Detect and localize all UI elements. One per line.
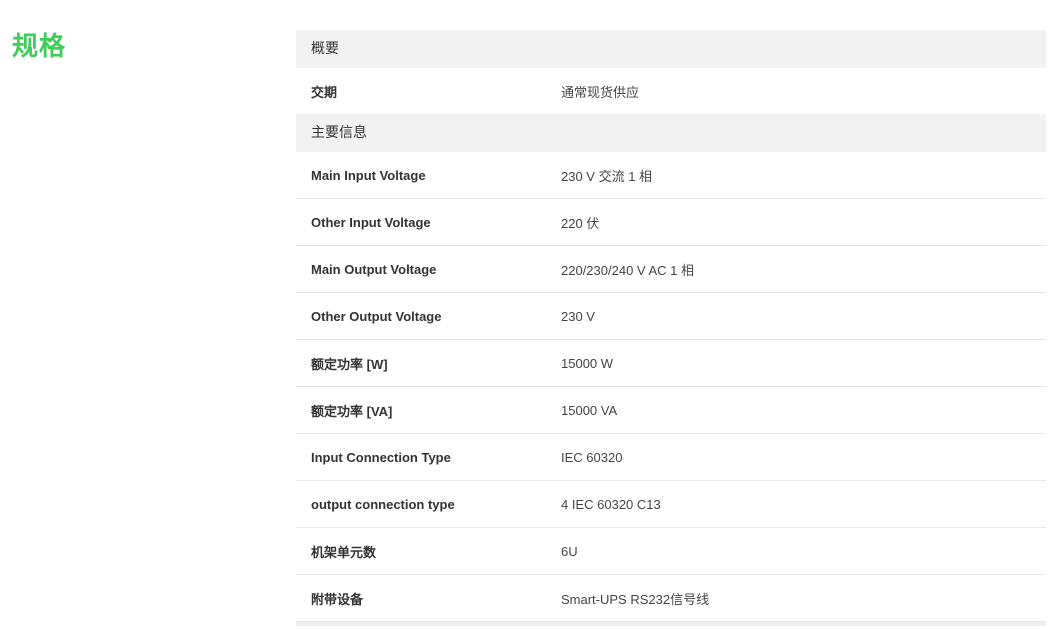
spec-row: Other Output Voltage 230 V: [296, 293, 1046, 340]
spec-value: 通常现货供应: [561, 84, 640, 100]
spec-value: 4 IEC 60320 C13: [561, 496, 661, 512]
spec-value: 6U: [561, 543, 578, 559]
spec-label: Main Input Voltage: [311, 167, 426, 183]
spec-row: Main Input Voltage 230 V 交流 1 相: [296, 152, 1046, 199]
spec-label: 额定功率 [VA]: [311, 403, 393, 419]
spec-label: output connection type: [311, 496, 455, 512]
spec-value: 220 伏: [561, 215, 600, 231]
spec-label: Input Connection Type: [311, 449, 451, 465]
group-header-main-info: 主要信息: [296, 114, 1046, 152]
spec-row: Input Connection Type IEC 60320: [296, 434, 1046, 481]
spec-row: 交期 通常现货供应: [296, 68, 1046, 114]
spec-row: 额定功率 [VA] 15000 VA: [296, 387, 1046, 434]
spec-label: 额定功率 [W]: [311, 356, 388, 372]
spec-value: 230 V: [561, 308, 595, 324]
spec-value: IEC 60320: [561, 449, 623, 465]
table-bottom-divider: [296, 622, 1046, 626]
spec-row: Other Input Voltage 220 伏: [296, 199, 1046, 246]
spec-row: output connection type 4 IEC 60320 C13: [296, 481, 1046, 528]
spec-table: 概要 交期 通常现货供应 主要信息 Main Input Voltage 230…: [296, 30, 1046, 626]
spec-label: 交期: [311, 84, 338, 100]
spec-value: 230 V 交流 1 相: [561, 168, 653, 184]
spec-label: Other Input Voltage: [311, 214, 431, 230]
spec-row: Main Output Voltage 220/230/240 V AC 1 相: [296, 246, 1046, 293]
spec-value: Smart-UPS RS232信号线: [561, 591, 710, 607]
spec-label: 附带设备: [311, 591, 364, 607]
spec-row: 机架单元数 6U: [296, 528, 1046, 575]
spec-row: 额定功率 [W] 15000 W: [296, 340, 1046, 387]
spec-label: Other Output Voltage: [311, 308, 442, 324]
spec-row: 附带设备 Smart-UPS RS232信号线: [296, 575, 1046, 622]
group-header-overview: 概要: [296, 30, 1046, 68]
spec-label: 机架单元数: [311, 544, 377, 560]
spec-value: 15000 VA: [561, 402, 618, 418]
spec-page: 规格 概要 交期 通常现货供应 主要信息 Main Input Voltage …: [0, 0, 1056, 629]
section-title: 规格: [12, 32, 67, 62]
spec-label: Main Output Voltage: [311, 261, 437, 277]
spec-value: 220/230/240 V AC 1 相: [561, 262, 694, 278]
spec-value: 15000 W: [561, 355, 614, 371]
